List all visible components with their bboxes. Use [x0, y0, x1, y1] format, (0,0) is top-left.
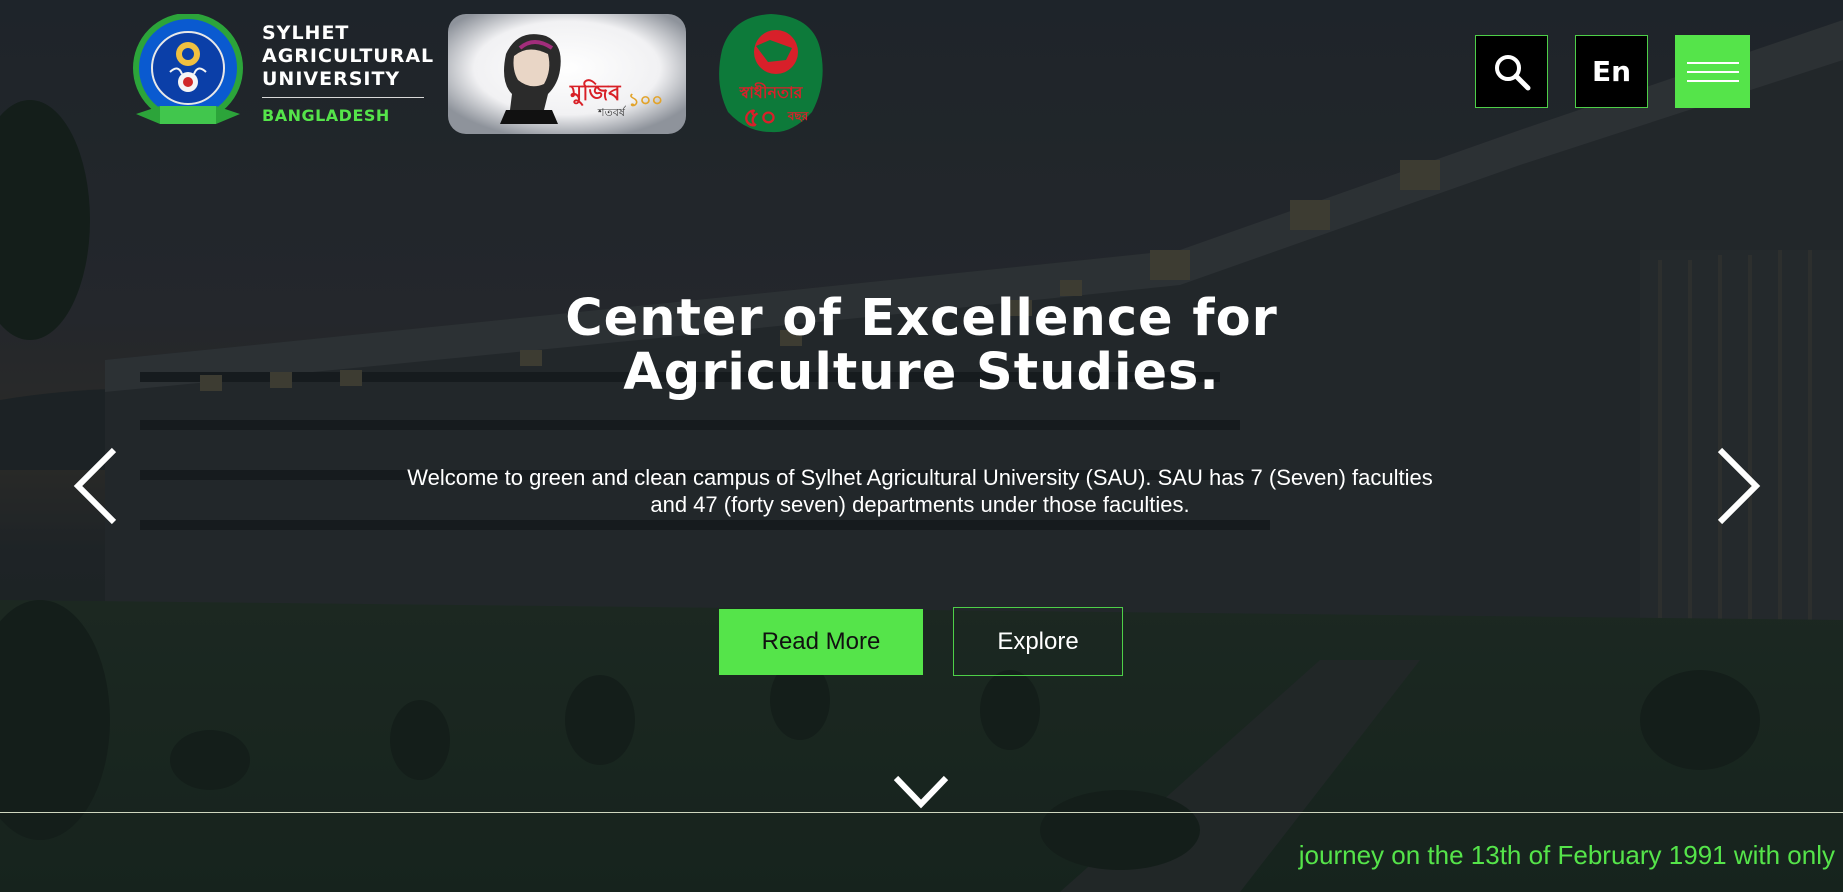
university-name-line3: UNIVERSITY — [262, 68, 401, 90]
scroll-down-button[interactable] — [892, 772, 950, 810]
hero-title: Center of Excellence for Agriculture Stu… — [0, 292, 1843, 400]
explore-button[interactable]: Explore — [953, 607, 1123, 676]
carousel-prev-button[interactable] — [72, 446, 122, 526]
hero-title-line1: Center of Excellence for — [565, 289, 1278, 348]
brand-divider — [262, 97, 424, 98]
ticker-divider — [0, 812, 1843, 813]
carousel-next-button[interactable] — [1712, 446, 1762, 526]
university-name-line1: SYLHET — [262, 22, 350, 44]
mujib-centenary-logo[interactable]: মুজিব শতবর্ষ ১০০ — [448, 14, 686, 134]
svg-text:৫০: ৫০ — [743, 103, 777, 133]
university-wordmark[interactable]: SYLHET AGRICULTURAL UNIVERSITY BANGLADES… — [262, 22, 435, 125]
hero-description: Welcome to green and clean campus of Syl… — [385, 464, 1455, 518]
hamburger-icon-bar-middle — [1686, 70, 1739, 73]
hamburger-icon-bar-top — [1686, 61, 1739, 64]
search-icon — [1494, 54, 1530, 90]
university-seal-logo[interactable] — [130, 13, 246, 130]
golden-jubilee-logo[interactable]: স্বাধীনতার ৫০ বছর — [712, 12, 830, 134]
svg-text:১০০: ১০০ — [628, 90, 663, 111]
news-ticker: journey on the 13th of February 1991 wit… — [1298, 840, 1835, 870]
search-button[interactable] — [1475, 35, 1548, 108]
university-country: BANGLADESH — [262, 106, 390, 125]
hero-description-line2: and 47 (forty seven) departments under t… — [650, 492, 1190, 517]
chevron-right-icon — [1717, 447, 1761, 525]
read-more-button[interactable]: Read More — [719, 609, 923, 675]
hamburger-icon-bar-bottom — [1686, 79, 1739, 82]
hero-background — [0, 0, 1843, 892]
svg-text:বছর: বছর — [787, 109, 809, 123]
chevron-down-icon — [893, 775, 949, 809]
hero-description-line1: Welcome to green and clean campus of Syl… — [407, 465, 1433, 490]
svg-text:স্বাধীনতার: স্বাধীনতার — [739, 82, 804, 102]
menu-button[interactable] — [1675, 35, 1750, 108]
svg-text:শতবর্ষ: শতবর্ষ — [597, 106, 627, 119]
university-name-line2: AGRICULTURAL — [262, 45, 435, 67]
language-toggle-button[interactable]: En — [1575, 35, 1648, 108]
svg-text:মুজিব: মুজিব — [569, 79, 621, 107]
hero-title-line2: Agriculture Studies. — [623, 343, 1220, 402]
chevron-left-icon — [73, 447, 117, 525]
